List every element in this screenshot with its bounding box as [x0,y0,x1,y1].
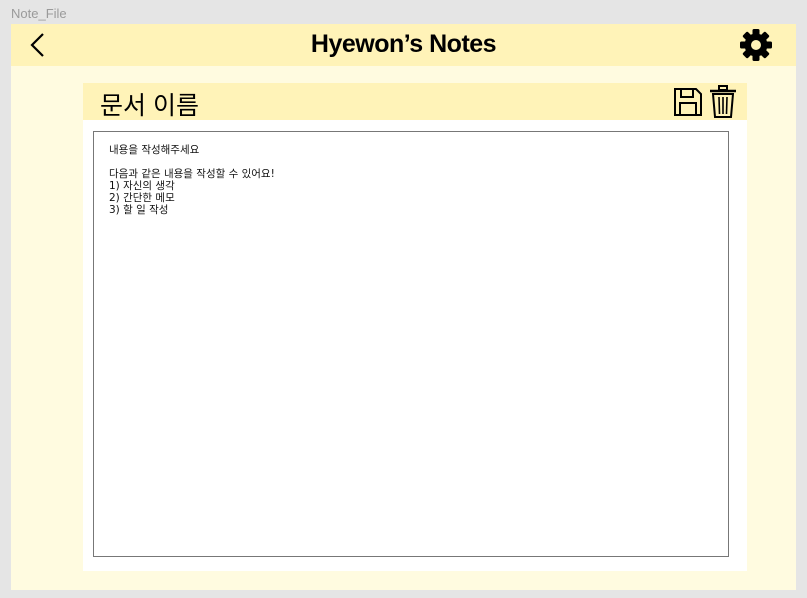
document-name[interactable]: 문서 이름 [100,86,199,122]
document-panel: 문서 이름 내용을 작성해주세요 다음과 같은 내용을 작성할 수 있어요! 1… [83,83,747,571]
gear-icon[interactable] [739,28,773,62]
document-title-bar: 문서 이름 [83,83,747,120]
floppy-disk-icon[interactable] [673,87,703,117]
trash-icon[interactable] [709,85,737,118]
app-frame: Hyewon’s Notes 문서 이름 내용을 작성해주세요 다음과 같은 내… [11,24,796,590]
page-title: Hyewon’s Notes [310,30,497,58]
frame-label: Note_File [11,6,67,21]
note-content-editor[interactable]: 내용을 작성해주세요 다음과 같은 내용을 작성할 수 있어요! 1) 자신의 … [93,131,729,557]
header: Hyewon’s Notes [11,24,796,66]
